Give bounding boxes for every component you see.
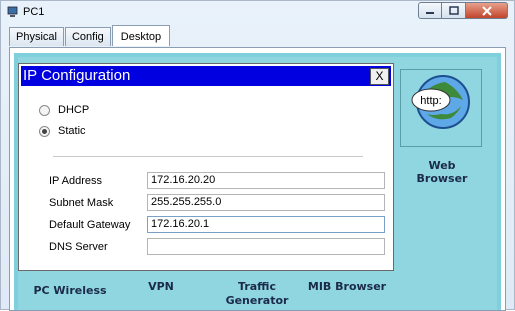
window-controls [418, 2, 508, 20]
minimize-button[interactable] [418, 2, 442, 19]
divider-highlight [53, 157, 363, 158]
subnet-mask-input[interactable]: 255.255.255.0 [147, 194, 385, 211]
vpn-label[interactable]: VPN [140, 280, 182, 293]
default-gateway-label: Default Gateway [49, 219, 131, 231]
title-bar[interactable]: PC1 [1, 1, 514, 23]
dhcp-radio[interactable] [39, 104, 50, 116]
dialog-title: IP Configuration [23, 67, 131, 84]
ip-address-input[interactable]: 172.16.20.20 [147, 172, 385, 189]
dns-server-input[interactable] [147, 238, 385, 255]
static-radio[interactable] [39, 125, 50, 137]
maximize-button[interactable] [442, 2, 466, 19]
close-icon [481, 5, 492, 16]
pc-wireless-label[interactable]: PC Wireless [30, 284, 110, 297]
tab-config[interactable]: Config [64, 27, 111, 46]
subnet-mask-label: Subnet Mask [49, 197, 114, 209]
web-browser-icon-text: http: [420, 95, 441, 107]
pc-app-icon [7, 6, 18, 17]
tab-bar: Physical Config Desktop [9, 25, 171, 47]
dhcp-label: DHCP [58, 104, 90, 116]
minimize-icon [426, 11, 434, 14]
dialog-close-button[interactable]: X [370, 68, 389, 85]
default-gateway-input[interactable]: 172.16.20.1 [147, 216, 385, 233]
traffic-generator-label[interactable]: Traffic Generator [222, 280, 292, 308]
static-option[interactable]: Static [39, 125, 86, 137]
static-label: Static [58, 125, 86, 137]
dhcp-option[interactable]: DHCP [39, 104, 89, 116]
tab-desktop[interactable]: Desktop [111, 25, 171, 46]
ip-configuration-dialog: IP Configuration X DHCP Static IP Addres… [18, 63, 394, 271]
window-title: PC1 [23, 6, 45, 18]
close-button[interactable] [466, 2, 508, 19]
ip-address-label: IP Address [49, 175, 102, 187]
web-browser-icon: http: [411, 75, 470, 129]
mib-browser-label[interactable]: MIB Browser [305, 280, 389, 293]
maximize-icon [448, 6, 459, 15]
tab-physical[interactable]: Physical [9, 27, 64, 46]
web-browser-app[interactable]: http: [400, 69, 482, 147]
web-browser-label[interactable]: Web Browser [402, 159, 482, 185]
dns-server-label: DNS Server [49, 241, 108, 253]
dialog-title-bar[interactable]: IP Configuration X [21, 66, 391, 86]
